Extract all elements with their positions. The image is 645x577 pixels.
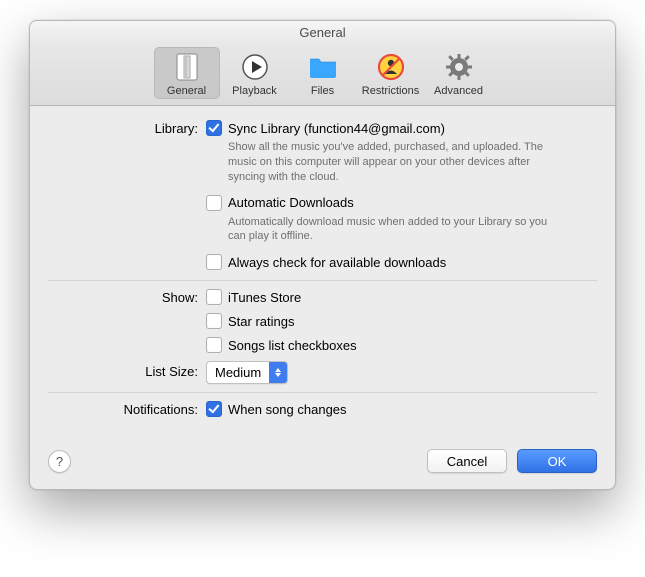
tab-files[interactable]: Files <box>290 47 356 99</box>
songs-list-checkboxes-label: Songs list checkboxes <box>228 338 357 353</box>
always-check-checkbox[interactable] <box>206 254 222 270</box>
divider <box>48 280 597 281</box>
cancel-label: Cancel <box>447 454 487 469</box>
tab-label: General <box>167 85 206 97</box>
itunes-store-label: iTunes Store <box>228 290 301 305</box>
sync-library-desc: Show all the music you've added, purchas… <box>228 140 548 185</box>
star-ratings-label: Star ratings <box>228 314 294 329</box>
show-label: Show: <box>48 289 206 355</box>
tab-label: Files <box>311 85 334 97</box>
song-changes-label: When song changes <box>228 402 347 417</box>
tab-label: Playback <box>232 85 277 97</box>
titlebar: General <box>30 21 615 43</box>
ok-button[interactable]: OK <box>517 449 597 473</box>
songs-list-checkboxes-checkbox[interactable] <box>206 337 222 353</box>
automatic-downloads-desc: Automatically download music when added … <box>228 215 548 245</box>
toolbar: General Playback Files <box>30 43 615 106</box>
automatic-downloads-checkbox[interactable] <box>206 195 222 211</box>
list-size-value: Medium <box>207 362 269 383</box>
tab-label: Advanced <box>434 85 483 97</box>
star-ratings-checkbox[interactable] <box>206 313 222 329</box>
advanced-icon <box>443 51 475 83</box>
notifications-label: Notifications: <box>48 401 206 419</box>
tab-label: Restrictions <box>362 85 419 97</box>
divider <box>48 392 597 393</box>
cancel-button[interactable]: Cancel <box>427 449 507 473</box>
files-icon <box>307 51 339 83</box>
tab-restrictions[interactable]: Restrictions <box>358 47 424 99</box>
window-title: General <box>299 25 345 40</box>
sync-library-checkbox[interactable] <box>206 120 222 136</box>
list-size-select[interactable]: Medium <box>206 361 288 384</box>
select-arrows-icon <box>269 362 287 383</box>
library-label: Library: <box>48 120 206 272</box>
tab-general[interactable]: General <box>154 47 220 99</box>
list-size-label: List Size: <box>48 361 206 384</box>
automatic-downloads-label: Automatic Downloads <box>228 195 354 210</box>
preferences-window: General General Playback <box>29 20 616 490</box>
help-icon: ? <box>56 454 63 469</box>
tab-advanced[interactable]: Advanced <box>426 47 492 99</box>
playback-icon <box>239 51 271 83</box>
footer: ? Cancel OK <box>30 437 615 489</box>
content: Library: Sync Library (function44@gmail.… <box>30 106 615 437</box>
ok-label: OK <box>548 454 567 469</box>
song-changes-checkbox[interactable] <box>206 401 222 417</box>
always-check-label: Always check for available downloads <box>228 255 446 270</box>
tab-playback[interactable]: Playback <box>222 47 288 99</box>
itunes-store-checkbox[interactable] <box>206 289 222 305</box>
general-icon <box>171 51 203 83</box>
sync-library-label: Sync Library (function44@gmail.com) <box>228 121 445 136</box>
help-button[interactable]: ? <box>48 450 71 473</box>
restrictions-icon <box>375 51 407 83</box>
